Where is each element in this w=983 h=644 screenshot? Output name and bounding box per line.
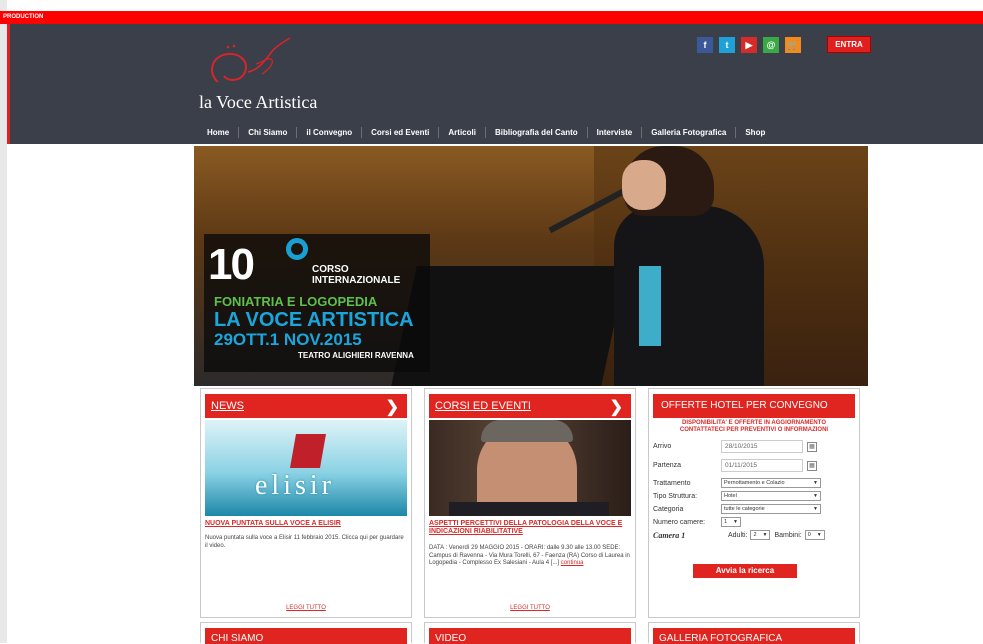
corsi-title[interactable]: ASPETTI PERCETTIVI DELLA PATOLOGIA DELLA… bbox=[429, 520, 633, 536]
video-box[interactable]: VIDEO bbox=[424, 622, 636, 644]
tipo-row: Tipo Struttura: Hotel bbox=[653, 491, 821, 501]
hero-number: 10 bbox=[208, 240, 255, 289]
twitter-icon[interactable]: t bbox=[719, 37, 735, 53]
partenza-row: Partenza 01/11/2015 ▦ bbox=[653, 459, 817, 472]
hero-banner[interactable]: 10 CORSO INTERNAZIONALE FONIATRIA E LOGO… bbox=[194, 146, 868, 386]
corsi-header-label[interactable]: CORSI ED EVENTI bbox=[435, 400, 531, 412]
galleria-label[interactable]: GALLERIA FOTOGRAFICA bbox=[659, 633, 782, 644]
cart-icon[interactable]: 🛒 bbox=[785, 37, 801, 53]
camere-row: Numero camere: 1 bbox=[653, 517, 741, 527]
chevron-right-icon[interactable]: ❯ bbox=[610, 397, 623, 417]
calendar-icon[interactable]: ▦ bbox=[807, 441, 817, 452]
portrait-jacket bbox=[449, 502, 609, 516]
logo-text[interactable]: la Voce Artistica bbox=[199, 92, 317, 113]
logo-icon[interactable] bbox=[198, 34, 308, 92]
hero-date: 29OTT.1 NOV.2015 bbox=[214, 330, 362, 349]
email-icon[interactable]: @ bbox=[763, 37, 779, 53]
bambini-select[interactable]: 0 bbox=[804, 530, 825, 540]
arrivo-row: Arrivo 28/10/2015 ▦ bbox=[653, 440, 817, 453]
singer-shirt bbox=[639, 266, 661, 346]
camera-label: Camera 1 bbox=[653, 530, 686, 540]
hotel-note-line2: CONTATTATECI PER PREVENTIVI O INFORMAZIO… bbox=[679, 427, 829, 433]
social-icons: f t ▶ @ 🛒 bbox=[697, 37, 801, 53]
hotel-header: OFFERTE HOTEL PER CONVEGNO bbox=[653, 394, 855, 418]
categoria-select[interactable]: tutte le categorie bbox=[721, 504, 821, 514]
production-bar: PRODUCTION bbox=[0, 11, 983, 24]
corsi-text: DATA : Venerdì 29 MAGGIO 2015 - ORARI: d… bbox=[429, 545, 630, 566]
partenza-label: Partenza bbox=[653, 462, 682, 469]
news-read-more[interactable]: LEGGI TUTTO bbox=[201, 605, 411, 611]
corsi-image[interactable] bbox=[429, 420, 631, 516]
video-header[interactable]: VIDEO bbox=[429, 628, 631, 644]
hotel-note: DISPONIBILITA' E OFFERTE IN AGGIORNAMENT… bbox=[653, 420, 855, 434]
categoria-label: Categoria bbox=[653, 505, 684, 513]
bambini-label: Bambini: bbox=[774, 531, 802, 539]
nav-item-il-convegno[interactable]: il Convegno bbox=[297, 128, 361, 137]
hero-teatro: TEATRO ALIGHIERI RAVENNA bbox=[298, 351, 414, 360]
nav-item-corsi-ed-eventi[interactable]: Corsi ed Eventi bbox=[362, 128, 438, 137]
nav-item-articoli[interactable]: Articoli bbox=[439, 128, 485, 137]
video-label[interactable]: VIDEO bbox=[435, 633, 466, 644]
chi-siamo-label[interactable]: CHI SIAMO bbox=[211, 633, 263, 644]
hero-foniatria: FONIATRIA E LOGOPEDIA bbox=[214, 294, 378, 309]
hotel-note-line1: DISPONIBILITA' E OFFERTE IN AGGIORNAMENT… bbox=[682, 420, 826, 426]
corsi-ellipsis: [...] bbox=[550, 560, 560, 566]
trattamento-row: Trattamento Pernottamento e Colazio bbox=[653, 478, 821, 488]
hero-corso-line1: CORSO bbox=[312, 264, 349, 275]
news-image-text: elisir bbox=[255, 470, 335, 501]
youtube-icon[interactable]: ▶ bbox=[741, 37, 757, 53]
chi-siamo-box[interactable]: CHI SIAMO bbox=[200, 622, 412, 644]
portrait-hair bbox=[481, 420, 573, 442]
news-image[interactable]: elisir bbox=[205, 420, 407, 516]
production-label: PRODUCTION bbox=[3, 14, 44, 20]
camera-row: Camera 1 Adulti: 2 Bambini: 0 bbox=[653, 530, 825, 540]
adulti-label: Adulti: bbox=[728, 531, 748, 539]
chi-siamo-header[interactable]: CHI SIAMO bbox=[205, 628, 407, 644]
nav-item-galleria-fotografica[interactable]: Galleria Fotografica bbox=[642, 128, 735, 137]
nav-item-home[interactable]: Home bbox=[198, 128, 238, 137]
nav-item-bibliografia-del-canto[interactable]: Bibliografia del Canto bbox=[486, 128, 587, 137]
nav-item-shop[interactable]: Shop bbox=[736, 128, 774, 137]
news-header-label[interactable]: NEWS bbox=[211, 400, 244, 412]
degree-icon bbox=[286, 238, 308, 260]
facebook-icon[interactable]: f bbox=[697, 37, 713, 53]
tipo-label: Tipo Struttura: bbox=[653, 492, 698, 500]
corsi-box: CORSI ED EVENTI ❯ ASPETTI PERCETTIVI DEL… bbox=[424, 388, 636, 618]
arrivo-label: Arrivo bbox=[653, 443, 672, 450]
corsi-header[interactable]: CORSI ED EVENTI ❯ bbox=[429, 394, 631, 418]
partenza-input[interactable]: 01/11/2015 bbox=[721, 459, 803, 472]
corsi-read-more[interactable]: LEGGI TUTTO bbox=[425, 605, 635, 611]
singer-body bbox=[614, 206, 764, 386]
hero-corso-line2: INTERNAZIONALE bbox=[312, 275, 401, 286]
hero-voce: LA VOCE ARTISTICA bbox=[214, 309, 414, 331]
galleria-header[interactable]: GALLERIA FOTOGRAFICA bbox=[653, 628, 855, 644]
news-box: NEWS ❯ elisir NUOVA PUNTATA SULLA VOCE A… bbox=[200, 388, 412, 618]
corsi-continua-link[interactable]: continua bbox=[561, 560, 584, 566]
singer-face bbox=[622, 160, 666, 210]
tipo-select[interactable]: Hotel bbox=[721, 491, 821, 501]
trattamento-label: Trattamento bbox=[653, 479, 691, 487]
categoria-row: Categoria tutte le categorie bbox=[653, 504, 821, 514]
camere-select[interactable]: 1 bbox=[721, 517, 741, 527]
arrivo-input[interactable]: 28/10/2015 bbox=[721, 440, 803, 453]
trattamento-select[interactable]: Pernottamento e Colazio bbox=[721, 478, 821, 488]
entra-button[interactable]: ENTRA bbox=[827, 36, 871, 53]
nav-item-interviste[interactable]: Interviste bbox=[588, 128, 642, 137]
site-header: la Voce Artistica f t ▶ @ 🛒 ENTRA Home Chi Si… bbox=[7, 24, 983, 144]
hero-corso: CORSO INTERNAZIONALE bbox=[312, 264, 400, 286]
chevron-right-icon[interactable]: ❯ bbox=[386, 397, 399, 417]
search-button[interactable]: Avvia la ricerca bbox=[693, 564, 797, 578]
calendar-icon[interactable]: ▦ bbox=[807, 460, 817, 471]
hotel-box: OFFERTE HOTEL PER CONVEGNO DISPONIBILITA… bbox=[648, 388, 860, 618]
news-header[interactable]: NEWS ❯ bbox=[205, 394, 407, 418]
camere-label: Numero camere: bbox=[653, 518, 706, 526]
news-title[interactable]: NUOVA PUNTATA SULLA VOCE A ELISIR bbox=[205, 520, 409, 528]
news-text: Nuova puntata sulla voce a Elisir 11 feb… bbox=[205, 535, 404, 549]
main-nav: Home Chi Siamo il Convegno Corsi ed Eventi A… bbox=[198, 125, 774, 139]
elisir-e-logo bbox=[290, 434, 326, 468]
corsi-text-block: DATA : Venerdì 29 MAGGIO 2015 - ORARI: d… bbox=[429, 545, 631, 568]
galleria-box[interactable]: GALLERIA FOTOGRAFICA bbox=[648, 622, 860, 644]
nav-item-chi-siamo[interactable]: Chi Siamo bbox=[239, 128, 296, 137]
adulti-select[interactable]: 2 bbox=[750, 530, 771, 540]
